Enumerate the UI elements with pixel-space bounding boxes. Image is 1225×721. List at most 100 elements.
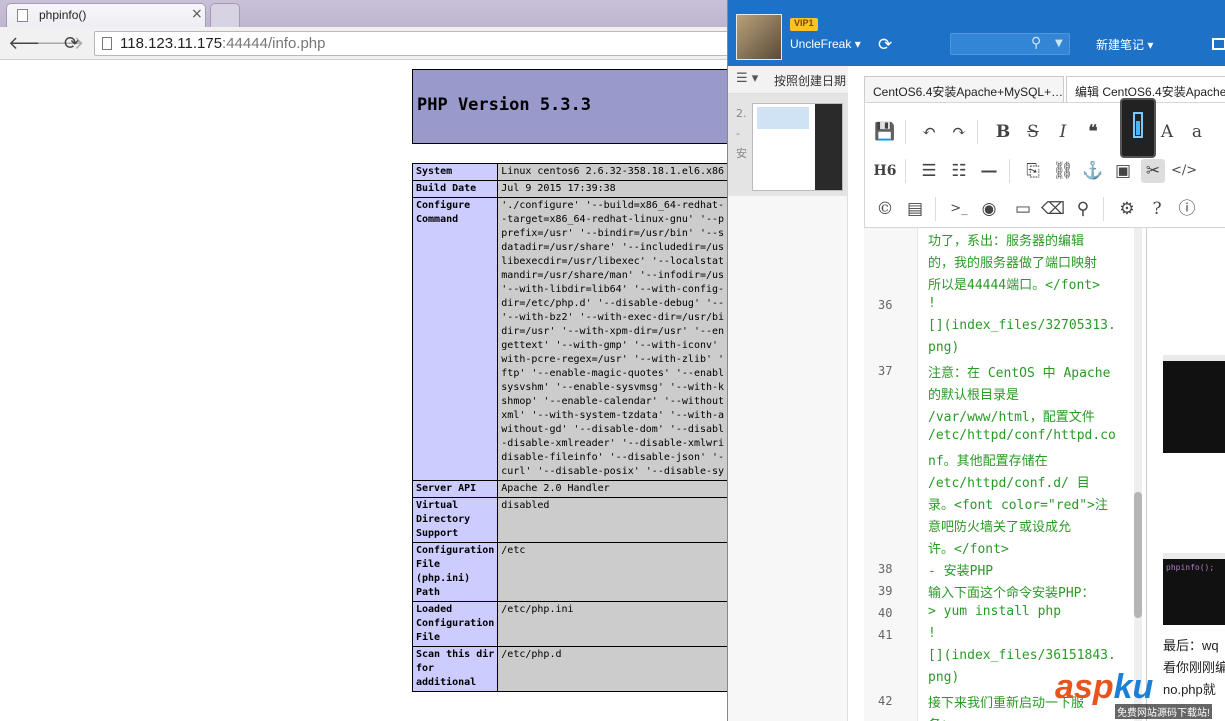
monitor-icon[interactable]: ▭ — [1011, 197, 1035, 221]
tab-view-note[interactable]: CentOS6.4安装Apache+MySQL+… — [864, 76, 1064, 102]
code-line: png) — [928, 340, 960, 355]
youdao-note-window: VIP1 UncleFreak ▾ ⟳ ⚲ ▼ 新建笔记 ▾ ☰ ▾ 按照创建日… — [727, 0, 1225, 721]
table-row: Configure Command './configure' '--build=… — [411, 197, 728, 481]
tab-title: phpinfo() — [39, 8, 87, 22]
settings-icon[interactable]: ⚙ — [1115, 197, 1139, 221]
code-line: nf。其他配置存储在 — [928, 454, 1048, 469]
note-search-input[interactable]: ⚲ ▼ — [950, 33, 1070, 55]
search-icon: ⚲ — [1031, 35, 1042, 51]
phpinfo-key: Server API — [411, 480, 499, 498]
url-text: 118.123.11.175:44444/info.php — [120, 35, 326, 52]
cut-icon[interactable]: ✂ — [1141, 159, 1165, 183]
watermark-brand: aspku — [1055, 668, 1154, 706]
line-number: 37 — [878, 364, 893, 378]
phpinfo-key: Build Date — [411, 180, 499, 198]
info-icon[interactable]: ⓘ — [1175, 197, 1199, 221]
preview-screenshot — [1163, 355, 1225, 453]
italic-icon[interactable]: I — [1051, 120, 1075, 144]
eye-off-icon[interactable]: ◉ — [977, 197, 1001, 221]
phpinfo-value: Apache 2.0 Handler — [497, 480, 728, 498]
note-list-header: ☰ ▾ 按照创建日期 — [728, 66, 848, 94]
table-row: Configuration File (php.ini) Path/etc — [411, 542, 728, 602]
code-line: [](index_files/32705313. — [928, 318, 1116, 333]
table-row: Server API Apache 2.0 Handler — [411, 480, 728, 498]
tab-phpinfo[interactable]: phpinfo() × — [6, 3, 206, 27]
quote-icon[interactable]: ❝ — [1081, 120, 1105, 144]
save-icon[interactable]: 💾 — [873, 120, 897, 144]
username-menu[interactable]: UncleFreak ▾ — [790, 37, 861, 51]
code-line: 所以是44444端口。</font> — [928, 278, 1100, 293]
terminal-icon[interactable]: >_ — [947, 197, 971, 221]
sync-icon[interactable]: ⟳ — [878, 35, 892, 55]
code-line: [](index_files/36151843. — [928, 648, 1116, 663]
new-tab-button[interactable] — [210, 3, 240, 27]
code-line: ! — [928, 296, 936, 311]
phpinfo-value: Linux centos6 2.6.32-358.18.1.el6.x86 — [497, 163, 728, 181]
editor-scrollbar-thumb[interactable] — [1134, 492, 1142, 618]
phpinfo-key: Virtual Directory Support — [411, 497, 499, 543]
line-number: 38 — [878, 562, 893, 576]
line-number: 39 — [878, 584, 893, 598]
markdown-preview: phpinfo(); 最后：wq 看你刚刚编 no.php就 — [1146, 228, 1225, 721]
copyright-icon[interactable]: © — [873, 197, 897, 221]
line-number: 41 — [878, 628, 893, 642]
link-icon[interactable]: ⛓ — [1051, 159, 1075, 183]
font-color-icon[interactable]: A — [1155, 120, 1179, 144]
page-favicon-icon — [17, 9, 28, 22]
card-icon[interactable]: ▤ — [903, 197, 927, 221]
strikethrough-icon[interactable]: S — [1021, 120, 1045, 144]
unordered-list-icon[interactable]: ☰ — [917, 159, 941, 183]
horizontal-rule-icon[interactable]: — — [977, 159, 1001, 183]
help-icon[interactable]: ? — [1145, 197, 1169, 221]
code-line: 功了，系出：服务器的编辑 — [928, 234, 1085, 249]
reload-icon[interactable]: ⟳ — [64, 33, 79, 54]
table-row: Build Date Jul 9 2015 17:39:38 — [411, 180, 728, 198]
phpinfo-key: Configuration File (php.ini) Path — [411, 542, 499, 602]
note-list: 2. - 安 — [728, 94, 848, 721]
vip-badge: VIP1 — [790, 18, 818, 31]
code-line: /etc/httpd/conf.d/ 目 — [928, 476, 1090, 491]
paste-icon[interactable]: ⎘ — [1021, 159, 1045, 183]
new-note-button[interactable]: 新建笔记 ▾ — [1096, 36, 1153, 53]
phpinfo-value: /etc/php.ini — [497, 601, 728, 647]
code-line: 意吧防火墙关了或设成允 — [928, 520, 1072, 535]
markdown-editor[interactable]: 36 37 38 39 40 41 42 功了，系出：服务器的编辑 的，我的服务器做了端口映射… — [864, 228, 1144, 721]
battery-widget-icon — [1120, 98, 1156, 158]
code-line: 录。<font color="red">注 — [928, 498, 1108, 513]
list-menu-icon[interactable]: ☰ ▾ — [736, 71, 758, 86]
font-size-icon[interactable]: a — [1185, 120, 1209, 144]
undo-icon[interactable]: ↶ — [917, 120, 941, 144]
maximize-icon[interactable] — [1212, 38, 1225, 50]
phpinfo-key: Loaded Configuration File — [411, 601, 499, 647]
phpinfo-value: './configure' '--build=x86_64-redhat- -t… — [497, 197, 728, 481]
chevron-down-icon[interactable]: ▼ — [1055, 38, 1063, 49]
editor-toolbar: 💾 ↶ ↷ B S I ❝ A a H6 ☰ ☷ — ⎘ ⛓ ⚓ ▣ ✂ </>… — [864, 102, 1225, 228]
phpinfo-value: disabled — [497, 497, 728, 543]
code-line: 的默认根目录是 — [928, 388, 1020, 403]
code-line: - 安装PHP — [928, 564, 994, 579]
address-bar[interactable]: 118.123.11.175:44444/info.php — [94, 31, 734, 56]
code-icon[interactable]: </> — [1171, 159, 1197, 183]
tab-close-icon[interactable]: × — [191, 6, 203, 22]
ordered-list-icon[interactable]: ☷ — [947, 159, 971, 183]
code-line: 的，我的服务器做了端口映射 — [928, 256, 1098, 271]
list-item[interactable]: 2. - 安 — [728, 94, 848, 196]
search-icon[interactable]: ⚲ — [1071, 197, 1095, 221]
anchor-icon[interactable]: ⚓ — [1081, 159, 1105, 183]
bold-icon[interactable]: B — [991, 120, 1015, 144]
code-line: ! — [928, 626, 936, 641]
document-tabs: CentOS6.4安装Apache+MySQL+… 编辑 CentOS6.4安装… — [864, 76, 1225, 102]
note-header: VIP1 UncleFreak ▾ ⟳ ⚲ ▼ 新建笔记 ▾ — [728, 0, 1225, 66]
php-version-header: PHP Version 5.3.3 — [412, 69, 728, 144]
eraser-icon[interactable]: ⌫ — [1041, 197, 1065, 221]
table-row: Scan this dir for additional/etc/php.d — [411, 646, 728, 692]
phpinfo-value: /etc — [497, 542, 728, 602]
editor-scrollbar[interactable] — [1134, 228, 1142, 721]
heading-icon[interactable]: H6 — [873, 159, 897, 183]
image-icon[interactable]: ▣ — [1111, 159, 1135, 183]
redo-icon[interactable]: ↷ — [947, 120, 971, 144]
code-line: > yum install php — [928, 604, 1062, 619]
avatar[interactable] — [736, 14, 782, 60]
phpinfo-page: PHP Version 5.3.3 System Linux centos6 2.… — [0, 61, 728, 721]
sort-label[interactable]: 按照创建日期 — [774, 72, 846, 89]
